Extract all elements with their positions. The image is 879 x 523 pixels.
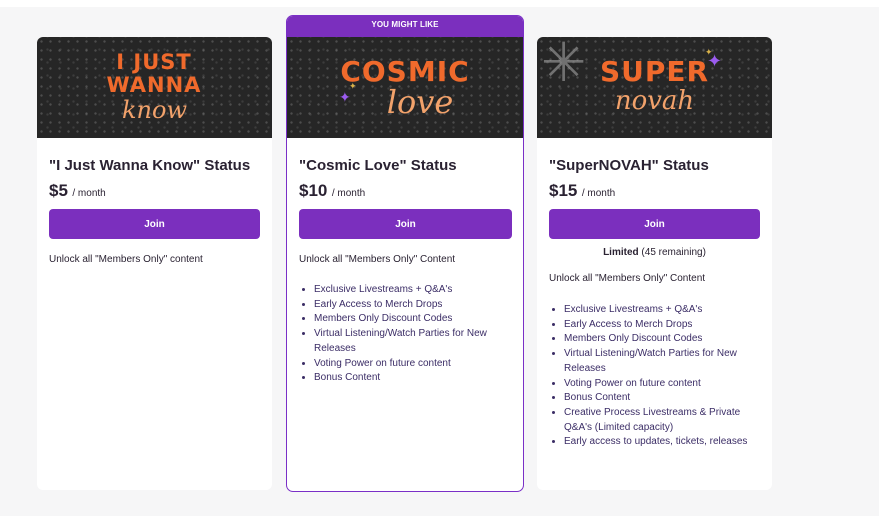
price-period: / month	[581, 188, 616, 199]
limited-availability: Limited (45 remaining)	[549, 247, 760, 258]
tier-title: "I Just Wanna Know" Status	[49, 157, 251, 174]
perk-item: Early Access to Merch Drops	[564, 318, 760, 333]
tier-card-supernovah: ✳ SUPER novah ✦ ✦ "SuperNOVAH" Status $1…	[537, 37, 772, 490]
perk-item: Creative Process Livestreams & Private Q…	[564, 406, 760, 435]
perk-item: Members Only Discount Codes	[314, 312, 511, 327]
price-amount: $15	[549, 181, 578, 200]
limited-label: Limited	[603, 247, 639, 258]
remaining-count: (45 remaining)	[641, 247, 706, 258]
recommendation-ribbon: YOU MIGHT LIKE	[287, 16, 523, 37]
perks-list: Exclusive Livestreams + Q&A's Early Acce…	[549, 303, 760, 450]
bottom-bar	[0, 516, 879, 523]
perks-list: Exclusive Livestreams + Q&A's Early Acce…	[299, 283, 511, 386]
tier-banner-image: COSMIC love ✦ ✦	[287, 37, 523, 138]
perk-item: Bonus Content	[564, 391, 760, 406]
tier-price: $15 / month	[549, 181, 760, 201]
perk-item: Exclusive Livestreams + Q&A's	[314, 283, 511, 298]
tier-price: $10 / month	[299, 181, 511, 201]
tier-description: Unlock all "Members Only" Content	[549, 273, 706, 284]
top-bar	[0, 0, 879, 7]
perk-item: Virtual Listening/Watch Parties for New …	[314, 327, 511, 356]
tier-banner-image: I JUST WANNA know	[37, 37, 272, 138]
join-button[interactable]: Join	[549, 209, 760, 239]
perk-item: Members Only Discount Codes	[564, 332, 760, 347]
tier-banner-image: ✳ SUPER novah ✦ ✦	[537, 37, 772, 138]
banner-script-text: novah	[614, 86, 695, 116]
tier-description: Unlock all "Members Only" content	[49, 254, 203, 265]
banner-text: SUPER	[599, 55, 710, 88]
sparkle-icon: ✦	[349, 81, 357, 91]
banner-script-text: know	[122, 96, 187, 124]
tier-card-cosmic-love: YOU MIGHT LIKE COSMIC love ✦ ✦ "Cosmic L…	[286, 15, 524, 492]
perk-item: Exclusive Livestreams + Q&A's	[564, 303, 760, 318]
perk-item: Early Access to Merch Drops	[314, 298, 511, 313]
perk-item: Virtual Listening/Watch Parties for New …	[564, 347, 760, 376]
tier-description: Unlock all "Members Only" Content	[299, 254, 456, 265]
tier-title: "SuperNOVAH" Status	[549, 157, 709, 174]
price-period: / month	[72, 188, 106, 199]
price-period: / month	[331, 188, 366, 199]
perk-item: Voting Power on future content	[314, 357, 511, 372]
price-amount: $10	[299, 181, 328, 200]
tier-card-just-wanna-know: I JUST WANNA know "I Just Wanna Know" St…	[37, 37, 272, 490]
join-button[interactable]: Join	[49, 209, 260, 239]
tier-price: $5 / month	[49, 181, 260, 201]
price-amount: $5	[49, 181, 68, 200]
banner-text: I JUST WANNA	[106, 50, 202, 97]
perk-item: Bonus Content	[314, 371, 511, 386]
tier-title: "Cosmic Love" Status	[299, 157, 457, 174]
sparkle-icon: ✦	[705, 47, 713, 57]
perk-item: Early access to updates, tickets, releas…	[564, 435, 760, 450]
perk-item: Voting Power on future content	[564, 377, 760, 392]
join-button[interactable]: Join	[299, 209, 512, 239]
